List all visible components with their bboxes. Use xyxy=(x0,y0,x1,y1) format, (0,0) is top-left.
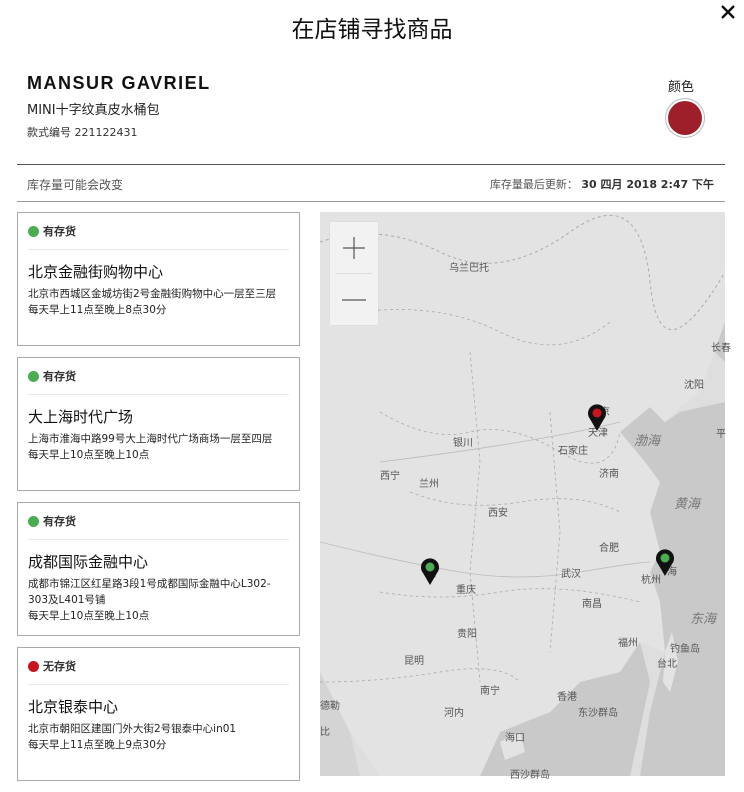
divider xyxy=(28,394,289,395)
map-label: 银川 xyxy=(453,438,473,449)
map-label: 武汉 xyxy=(561,569,581,580)
map-label: 西安 xyxy=(488,508,508,519)
store-address: 成都市锦江区红星路3段1号成都国际金融中心L302-303及L401号铺 xyxy=(28,578,271,606)
zoom-in-button[interactable] xyxy=(330,222,378,273)
map-label: 东海 xyxy=(690,612,717,627)
store-hours: 每天早上11点至晚上8点30分 xyxy=(28,304,167,316)
map-label: 贵阳 xyxy=(457,629,477,640)
stock-status: 有存货 xyxy=(28,223,289,239)
map-label: 钓鱼岛 xyxy=(670,644,700,655)
store-map[interactable] xyxy=(320,212,725,776)
store-name: 北京金融街购物中心 xyxy=(28,263,164,281)
brand-name: MANSUR GAVRIEL xyxy=(27,73,211,93)
stock-updated-label: 库存量最后更新： xyxy=(489,178,578,191)
map-pin-shanghai[interactable] xyxy=(655,549,675,577)
map-label: 渤海 xyxy=(634,434,661,449)
stock-updated-value: 30 四月 2018 2:47 下午 xyxy=(581,178,714,191)
store-hours: 每天早上11点至晚上9点30分 xyxy=(28,739,167,751)
map-label: 河内 xyxy=(444,708,464,719)
map-pin-icon xyxy=(588,404,606,431)
product-name: MINI十字纹真皮水桶包 xyxy=(27,103,160,118)
store-hours: 每天早上10点至晚上10点 xyxy=(28,610,150,622)
map-label: 石家庄 xyxy=(558,446,588,457)
stock-status: 有存货 xyxy=(28,513,289,529)
zoom-controls xyxy=(330,222,378,325)
store-name: 大上海时代广场 xyxy=(28,408,134,426)
map-label: 比 xyxy=(320,727,330,738)
store-card[interactable]: 有存货 大上海时代广场 上海市淮海中路99号大上海时代广场商场一层至四层 每天早… xyxy=(17,357,300,491)
close-icon xyxy=(721,5,735,19)
map-label: 昆明 xyxy=(404,656,424,667)
status-dot xyxy=(28,515,39,527)
map-label: 香港 xyxy=(557,692,577,703)
plus-icon xyxy=(343,236,365,259)
store-card[interactable]: 有存货 成都国际金融中心 成都市锦江区红星路3段1号成都国际金融中心L302-3… xyxy=(17,502,300,636)
map-pin-icon xyxy=(421,558,439,585)
color-swatch-fill xyxy=(668,101,702,135)
store-card[interactable]: 有存货 北京金融街购物中心 北京市西城区金城坊街2号金融街购物中心一层至三层 每… xyxy=(17,212,300,346)
divider xyxy=(17,201,725,202)
stock-status-label: 有存货 xyxy=(43,515,76,528)
map-label: 西宁 xyxy=(380,471,400,482)
stock-status: 有存货 xyxy=(28,368,289,384)
store-hours: 每天早上10点至晚上10点 xyxy=(28,449,150,461)
map-label: 沈阳 xyxy=(684,380,704,391)
map-label: 平 xyxy=(716,429,726,440)
store-name: 北京银泰中心 xyxy=(28,698,119,716)
map-label: 兰州 xyxy=(419,479,439,490)
color-swatch[interactable] xyxy=(665,98,705,138)
store-address: 北京市朝阳区建国门外大街2号银泰中心in01 xyxy=(28,723,237,735)
color-label: 颜色 xyxy=(668,80,695,95)
divider xyxy=(17,164,725,165)
modal-title: 在店铺寻找商品 xyxy=(291,17,453,43)
stock-status-label: 无存货 xyxy=(43,660,76,673)
map-label: 重庆 xyxy=(456,585,476,596)
divider xyxy=(28,249,289,250)
status-dot xyxy=(28,370,39,382)
map-label: 海口 xyxy=(505,733,525,744)
store-name: 成都国际金融中心 xyxy=(28,553,149,571)
map-label: 西沙群岛 xyxy=(510,770,550,781)
status-dot xyxy=(28,225,39,237)
map-pin-icon xyxy=(656,549,674,576)
store-address: 北京市西城区金城坊街2号金融街购物中心一层至三层 xyxy=(28,288,277,300)
zoom-out-button[interactable] xyxy=(330,274,378,325)
map-label: 黄海 xyxy=(674,497,701,512)
store-address: 上海市淮海中路99号大上海时代广场商场一层至四层 xyxy=(28,433,273,445)
map-pin-beijing[interactable] xyxy=(587,404,607,432)
status-dot xyxy=(28,660,39,672)
stock-note: 库存量可能会改变 xyxy=(27,178,124,192)
stock-status: 无存货 xyxy=(28,658,289,674)
map-label: 南宁 xyxy=(480,686,500,697)
store-list: 有存货 北京金融街购物中心 北京市西城区金城坊街2号金融街购物中心一层至三层 每… xyxy=(17,212,300,792)
map-label: 合肥 xyxy=(599,543,619,554)
stock-status-label: 有存货 xyxy=(43,225,76,238)
map-label: 济南 xyxy=(599,469,619,480)
stock-updated: 库存量最后更新： 30 四月 2018 2:47 下午 xyxy=(490,176,714,192)
map-label: 福州 xyxy=(618,638,638,649)
minus-icon xyxy=(342,298,366,301)
divider xyxy=(28,539,289,540)
map-background xyxy=(320,212,725,776)
store-card[interactable]: 无存货 北京银泰中心 北京市朝阳区建国门外大街2号银泰中心in01 每天早上11… xyxy=(17,647,300,781)
map-pin-chengdu[interactable] xyxy=(420,558,440,586)
map-label: 德勒 xyxy=(320,701,340,712)
divider xyxy=(28,684,289,685)
map-label: 乌兰巴托 xyxy=(449,263,489,274)
map-label: 南昌 xyxy=(582,599,602,610)
style-code: 款式编号 221122431 xyxy=(27,126,138,139)
stock-status-label: 有存货 xyxy=(43,370,76,383)
map-label: 长春 xyxy=(711,343,731,354)
map-label: 东沙群岛 xyxy=(578,708,618,719)
close-button[interactable] xyxy=(716,0,740,24)
map-label: 台北 xyxy=(657,659,677,670)
